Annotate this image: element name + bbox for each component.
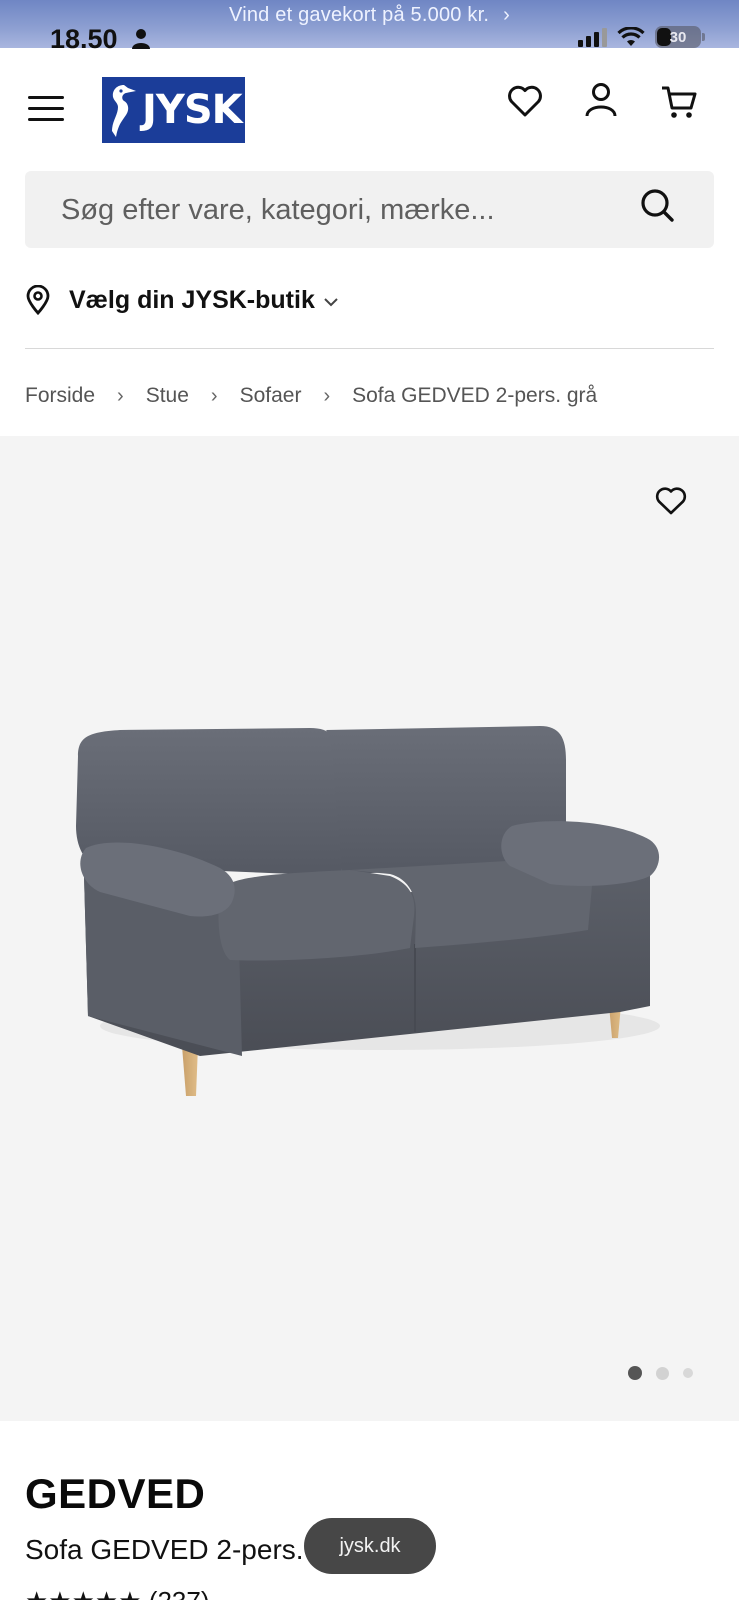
product-description: Sofa GEDVED 2-pers. <box>25 1534 304 1565</box>
menu-icon <box>28 96 64 99</box>
search-input[interactable] <box>61 191 621 229</box>
product-title: GEDVED <box>25 1470 206 1517</box>
rating-stars: ★★★★★ <box>25 1586 142 1600</box>
heart-icon[interactable] <box>507 84 543 118</box>
store-selector[interactable]: Vælg din JYSK-butik <box>25 280 339 320</box>
site-header: JYSK <box>0 48 739 168</box>
battery-icon: 30 <box>655 26 701 48</box>
browser-url-pill[interactable]: jysk.dk <box>304 1518 436 1574</box>
jysk-logo[interactable]: JYSK <box>102 77 245 143</box>
battery-level: 30 <box>669 28 687 46</box>
cart-icon[interactable] <box>660 84 698 120</box>
breadcrumb-link-forside[interactable]: Forside <box>25 384 95 408</box>
store-selector-label: Vælg din JYSK-butik <box>69 285 315 314</box>
signal-icon <box>578 27 607 47</box>
chevron-right-icon: › <box>210 384 218 407</box>
menu-button[interactable] <box>28 96 64 124</box>
chevron-down-icon <box>324 298 338 307</box>
search-icon[interactable] <box>640 188 676 224</box>
breadcrumb-link-stue[interactable]: Stue <box>146 384 189 408</box>
search-bar <box>25 171 714 248</box>
wifi-icon <box>617 27 645 46</box>
status-icons: 30 <box>578 26 705 48</box>
breadcrumb: Forside › Stue › Sofaer › Sofa GEDVED 2-… <box>25 384 597 408</box>
breadcrumb-link-sofaer[interactable]: Sofaer <box>240 384 302 408</box>
gallery-dot-3[interactable] <box>683 1368 693 1378</box>
product-rating[interactable]: ★★★★★ (237) <box>25 1586 209 1600</box>
location-pin-icon <box>26 285 50 315</box>
product-image-gallery[interactable] <box>0 436 739 1421</box>
chevron-right-icon: › <box>117 384 124 407</box>
breadcrumb-current: Sofa GEDVED 2-pers. grå <box>352 384 598 407</box>
bird-logo-icon <box>112 85 136 137</box>
gallery-pagination <box>628 1366 693 1380</box>
logo-text: JYSK <box>142 87 243 133</box>
chevron-right-icon: › <box>503 4 510 26</box>
browser-url: jysk.dk <box>339 1534 401 1557</box>
gallery-dot-2[interactable] <box>656 1366 669 1380</box>
chevron-right-icon: › <box>323 384 331 407</box>
promo-text: Vind et gavekort på 5.000 kr. <box>229 4 490 26</box>
person-icon <box>132 29 150 49</box>
review-count: (237) <box>149 1586 210 1600</box>
divider <box>25 348 714 349</box>
user-icon[interactable] <box>584 82 618 120</box>
heart-icon[interactable] <box>655 486 687 516</box>
gallery-dot-1[interactable] <box>628 1366 642 1380</box>
promo-banner[interactable]: Vind et gavekort på 5.000 kr. › 18.50 30 <box>0 0 739 54</box>
sofa-image <box>76 726 660 1096</box>
